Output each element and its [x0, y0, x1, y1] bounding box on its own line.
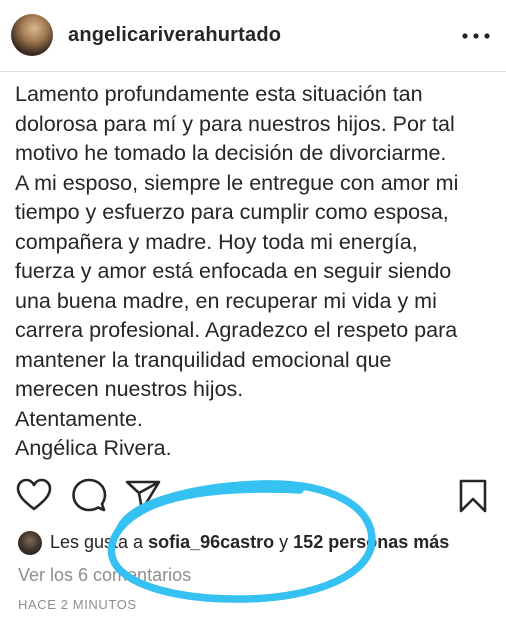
profile-avatar[interactable]: [11, 14, 53, 56]
profile-username[interactable]: angelicariverahurtado: [68, 24, 281, 47]
more-horizontal-icon[interactable]: [462, 33, 490, 39]
view-comments-link[interactable]: Ver los 6 comentarios: [18, 565, 191, 586]
liker-username[interactable]: sofia_96castro: [148, 532, 274, 552]
likes-connector: y: [274, 532, 294, 552]
post-caption: Lamento profundamente esta situación tan…: [15, 82, 459, 460]
post-header: angelicariverahurtado: [0, 0, 506, 72]
likes-text: Les gusta a sofia_96castro y 152 persona…: [50, 532, 449, 553]
bookmark-icon[interactable]: [458, 478, 488, 514]
heart-icon[interactable]: [16, 478, 52, 512]
send-icon[interactable]: [125, 478, 161, 512]
likes-prefix: Les gusta a: [50, 532, 149, 552]
post-timestamp: HACE 2 MINUTOS: [18, 597, 137, 612]
likes-row: Les gusta a sofia_96castro y 152 persona…: [18, 530, 498, 558]
comment-icon[interactable]: [71, 477, 107, 513]
likes-count[interactable]: 152 personas más: [293, 532, 449, 552]
liker-avatar[interactable]: [18, 531, 42, 555]
